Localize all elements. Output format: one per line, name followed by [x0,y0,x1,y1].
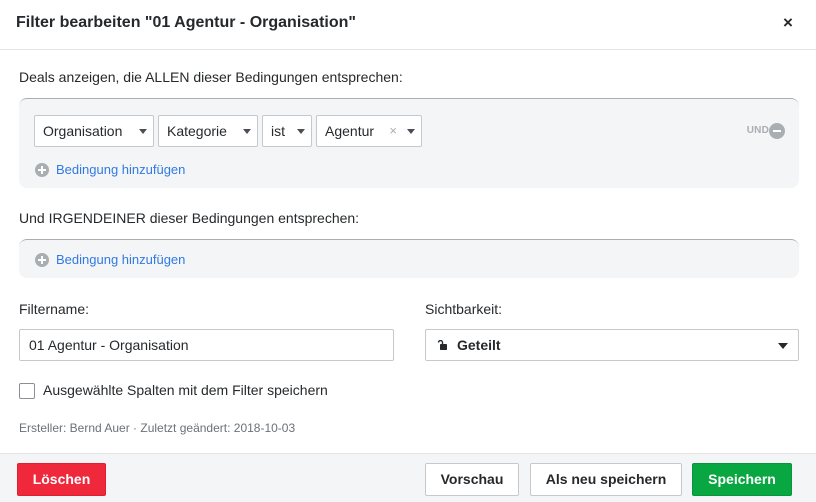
plus-circle-icon [35,253,49,267]
chevron-down-icon [297,129,305,134]
condition-entity-value: Organisation [43,123,123,139]
close-icon[interactable]: × [780,13,796,33]
chevron-down-icon [139,129,147,134]
condition-entity-select[interactable]: Organisation [34,115,154,147]
filter-meta-info: Ersteller: Bernd Auer · Zuletzt geändert… [19,421,296,435]
dialog-title: Filter bearbeiten "01 Agentur - Organisa… [16,14,356,31]
condition-field-value: Kategorie [167,123,227,139]
visibility-label: Sichtbarkeit: [425,301,503,317]
add-condition-label: Bedingung hinzufügen [56,162,186,177]
edit-filter-dialog: Filter bearbeiten "01 Agentur - Organisa… [0,0,816,502]
save-button[interactable]: Speichern [692,463,792,496]
save-columns-checkbox[interactable] [19,383,35,399]
chevron-down-icon [778,343,788,349]
add-condition-label: Bedingung hinzufügen [56,252,186,267]
all-conditions-label: Deals anzeigen, die ALLEN dieser Bedingu… [19,69,403,85]
save-columns-label[interactable]: Ausgewählte Spalten mit dem Filter speic… [43,382,328,398]
unlock-icon [437,340,447,350]
chevron-down-icon [243,129,251,134]
clear-value-icon[interactable]: × [389,116,397,146]
condition-field-select[interactable]: Kategorie [158,115,258,147]
condition-value-select[interactable]: Agentur × [316,115,422,147]
delete-button[interactable]: Löschen [17,463,106,496]
chevron-down-icon [407,129,415,134]
filter-name-input[interactable] [19,329,394,361]
condition-value-text: Agentur [325,123,375,139]
save-as-new-button[interactable]: Als neu speichern [530,463,682,496]
remove-condition-icon[interactable] [769,123,785,139]
any-conditions-label: Und IRGENDEINER dieser Bedingungen entsp… [19,210,360,226]
dialog-footer: Löschen Vorschau Als neu speichern Speic… [0,453,816,502]
any-conditions-box: Bedingung hinzufügen [19,239,799,278]
and-connector-label: UND [746,125,769,136]
all-conditions-box: Organisation Kategorie ist Agentur × UND… [19,98,799,188]
dialog-header: Filter bearbeiten "01 Agentur - Organisa… [0,0,816,50]
condition-operator-select[interactable]: ist [262,115,312,147]
visibility-select[interactable]: Geteilt [425,329,799,361]
condition-operator-value: ist [271,123,285,139]
filter-name-label: Filtername: [19,301,90,317]
visibility-value: Geteilt [457,337,501,353]
plus-circle-icon [35,163,49,177]
preview-button[interactable]: Vorschau [425,463,519,496]
